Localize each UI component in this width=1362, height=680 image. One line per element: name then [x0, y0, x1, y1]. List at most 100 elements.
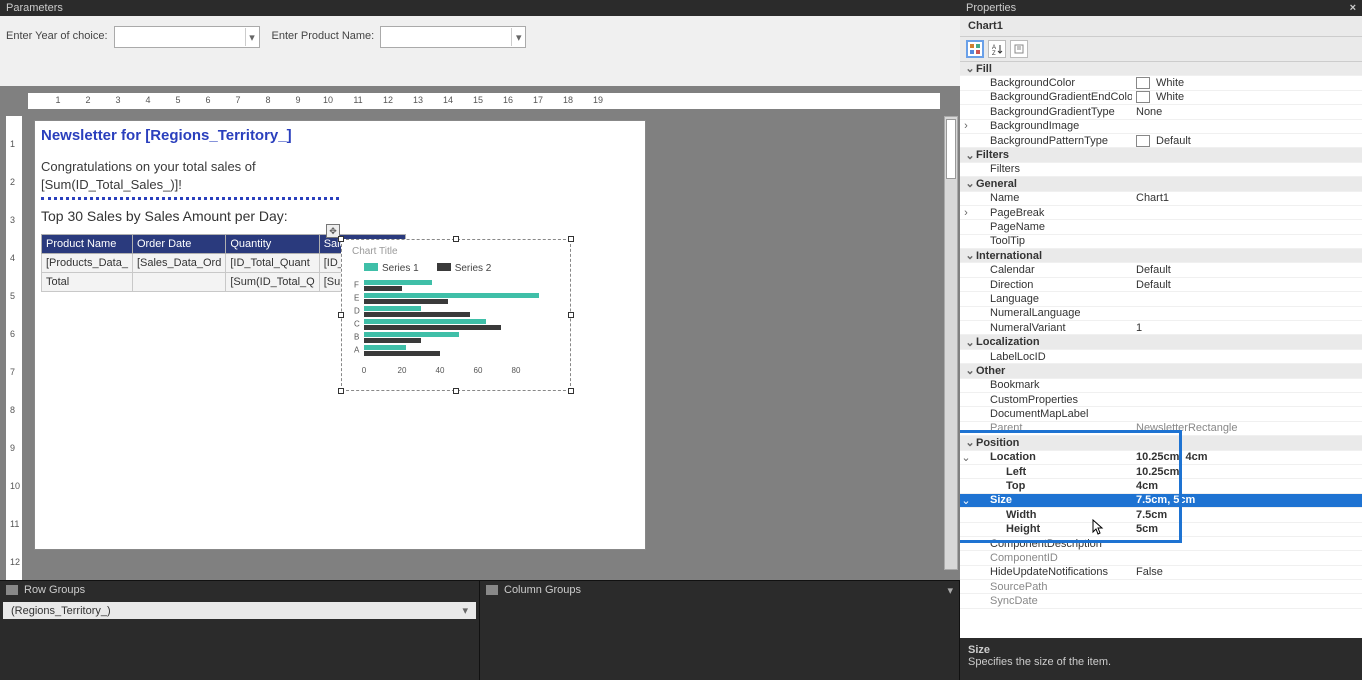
properties-grid[interactable]: ⌄Fill BackgroundColorWhite BackgroundGra…	[960, 62, 1362, 638]
param-year-combo[interactable]: ▾	[114, 26, 260, 48]
param-year-dropdown[interactable]: ▾	[245, 28, 259, 46]
prop-filters[interactable]: Filters	[960, 163, 1362, 177]
selection-handle[interactable]	[338, 388, 344, 394]
prop-backgroundpatterntype[interactable]: BackgroundPatternTypeDefault	[960, 134, 1362, 148]
properties-close-button[interactable]: ×	[1350, 2, 1356, 14]
prop-componentdescription[interactable]: ComponentDescription	[960, 537, 1362, 551]
row-group-dropdown[interactable]: ▾	[462, 604, 468, 617]
legend-swatch-2	[437, 263, 451, 271]
prop-name[interactable]: NameChart1	[960, 192, 1362, 206]
prop-backgroundimage[interactable]: ›BackgroundImage	[960, 120, 1362, 134]
cell-r1c3[interactable]: [ID_Total_Quant	[226, 254, 319, 273]
prop-pagename[interactable]: PageName	[960, 220, 1362, 234]
congrats-text[interactable]: Congratulations on your total sales of […	[41, 158, 639, 193]
chart-x-axis: 020406080	[364, 366, 562, 380]
cell-r1c2[interactable]: [Sales_Data_Ord	[132, 254, 225, 273]
chart-legend[interactable]: Series 1 Series 2	[342, 257, 570, 278]
prop-width[interactable]: Width7.5cm	[960, 508, 1362, 522]
chart-object[interactable]: ✥ Chart Title Series 1 Series 2 FEDCBA 0…	[341, 239, 571, 391]
prop-calendar[interactable]: CalendarDefault	[960, 263, 1362, 277]
chart-plot-area[interactable]: FEDCBA	[364, 278, 562, 366]
cat-filters[interactable]: ⌄Filters	[960, 148, 1362, 162]
report-body[interactable]: Newsletter for [Regions_Territory_] Cong…	[34, 120, 646, 550]
prop-language[interactable]: Language	[960, 292, 1362, 306]
prop-hideupdatenotifications[interactable]: HideUpdateNotificationsFalse	[960, 566, 1362, 580]
properties-toolbar: AZ	[960, 36, 1362, 62]
prop-backgroundgradienttype[interactable]: BackgroundGradientTypeNone	[960, 105, 1362, 119]
selection-handle[interactable]	[338, 236, 344, 242]
prop-tooltip[interactable]: ToolTip	[960, 235, 1362, 249]
cat-other[interactable]: ⌄Other	[960, 364, 1362, 378]
properties-title-text: Properties	[966, 2, 1016, 14]
row-group-item[interactable]: (Regions_Territory_) ▾	[3, 602, 476, 619]
prop-numeralvariant[interactable]: NumeralVariant1	[960, 321, 1362, 335]
row-groups-title: Row Groups	[24, 584, 85, 596]
props-alphabetical-button[interactable]: AZ	[988, 40, 1006, 58]
selection-handle[interactable]	[568, 388, 574, 394]
color-swatch	[1136, 91, 1150, 103]
design-vscrollbar[interactable]	[944, 116, 958, 570]
selection-handle[interactable]	[453, 388, 459, 394]
prop-documentmaplabel[interactable]: DocumentMapLabel	[960, 407, 1362, 421]
selection-handle[interactable]	[338, 312, 344, 318]
ruler-vertical: 12345678910111213	[6, 116, 22, 580]
th-quantity[interactable]: Quantity	[226, 235, 319, 254]
props-categorized-button[interactable]	[966, 40, 984, 58]
prop-labellocid[interactable]: LabelLocID	[960, 350, 1362, 364]
param-product-combo[interactable]: ▾	[380, 26, 526, 48]
prop-direction[interactable]: DirectionDefault	[960, 278, 1362, 292]
th-orderdate[interactable]: Order Date	[132, 235, 225, 254]
selection-handle[interactable]	[568, 236, 574, 242]
selection-handle[interactable]	[453, 236, 459, 242]
cat-international[interactable]: ⌄International	[960, 249, 1362, 263]
prop-size[interactable]: ⌄Size7.5cm, 5cm	[960, 494, 1362, 508]
prop-pagebreak[interactable]: ›PageBreak	[960, 206, 1362, 220]
cell-r2c1[interactable]: Total	[42, 273, 133, 292]
groups-panel: Row Groups (Regions_Territory_) ▾ Column…	[0, 580, 960, 680]
chart-title-placeholder[interactable]: Chart Title	[342, 240, 570, 257]
prop-bookmark[interactable]: Bookmark	[960, 379, 1362, 393]
prop-backgroundgradientendcolor[interactable]: BackgroundGradientEndColorWhite	[960, 91, 1362, 105]
prop-top[interactable]: Top4cm	[960, 479, 1362, 493]
param-year-input[interactable]	[115, 28, 245, 46]
param-product-dropdown[interactable]: ▾	[511, 28, 525, 46]
param-product-input[interactable]	[381, 28, 511, 46]
design-surface[interactable]: 12345678910111213141516171819 1234567891…	[0, 86, 960, 580]
dotted-divider	[41, 197, 339, 200]
column-groups-header: Column Groups ▾	[480, 581, 959, 599]
cell-r2c2[interactable]	[132, 273, 225, 292]
props-pages-button[interactable]	[1010, 40, 1028, 58]
cat-localization[interactable]: ⌄Localization	[960, 335, 1362, 349]
prop-syncdate[interactable]: SyncDate	[960, 594, 1362, 608]
properties-subject[interactable]: Chart1	[960, 16, 1362, 36]
prop-left[interactable]: Left10.25cm	[960, 465, 1362, 479]
cell-r2c3[interactable]: [Sum(ID_Total_Q	[226, 273, 319, 292]
prop-sourcepath[interactable]: SourcePath	[960, 580, 1362, 594]
prop-numerallanguage[interactable]: NumeralLanguage	[960, 307, 1362, 321]
row-groups-header: Row Groups	[0, 581, 479, 599]
prop-location[interactable]: ⌄Location10.25cm, 4cm	[960, 451, 1362, 465]
legend-label-2: Series 2	[455, 263, 492, 274]
subtitle-text[interactable]: Top 30 Sales by Sales Amount per Day:	[41, 208, 639, 224]
scrollbar-thumb[interactable]	[946, 119, 956, 179]
th-product[interactable]: Product Name	[42, 235, 133, 254]
selection-handle[interactable]	[568, 312, 574, 318]
param-product-label: Enter Product Name:	[272, 26, 375, 42]
prop-parent[interactable]: ParentNewsletterRectangle	[960, 422, 1362, 436]
parameters-panel-title: Parameters	[0, 0, 960, 16]
congrats-line1: Congratulations on your total sales of	[41, 159, 256, 174]
prop-height[interactable]: Height5cm	[960, 523, 1362, 537]
column-groups-title: Column Groups	[504, 584, 581, 596]
prop-componentid[interactable]: ComponentID	[960, 551, 1362, 565]
cat-position[interactable]: ⌄Position	[960, 436, 1362, 450]
cat-fill[interactable]: ⌄Fill	[960, 62, 1362, 76]
legend-swatch-1	[364, 263, 378, 271]
report-title[interactable]: Newsletter for [Regions_Territory_]	[41, 127, 639, 144]
prop-customproperties[interactable]: CustomProperties	[960, 393, 1362, 407]
param-year-label: Enter Year of choice:	[6, 26, 108, 42]
cat-general[interactable]: ⌄General	[960, 177, 1362, 191]
prop-backgroundcolor[interactable]: BackgroundColorWhite	[960, 76, 1362, 90]
column-groups-menu[interactable]: ▾	[947, 584, 959, 597]
cell-r1c1[interactable]: [Products_Data_	[42, 254, 133, 273]
congrats-line2: [Sum(ID_Total_Sales_)]!	[41, 177, 182, 192]
